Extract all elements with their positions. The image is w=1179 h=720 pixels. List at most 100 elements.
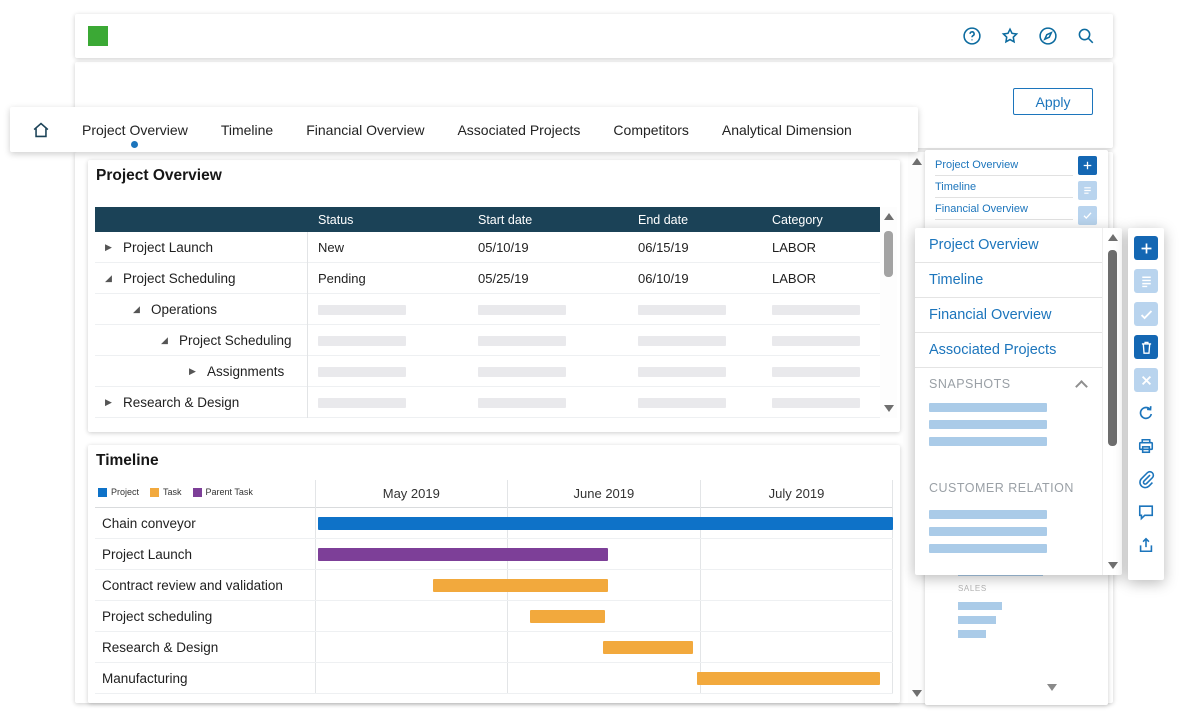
tab-label: Analytical Dimension <box>722 122 852 138</box>
gantt-bar[interactable] <box>433 579 608 592</box>
comment-icon[interactable] <box>1134 500 1158 524</box>
app-logo[interactable] <box>88 26 108 46</box>
group-header-snapshots: SNAPSHOTS <box>915 368 1102 400</box>
tab-label: Financial Overview <box>306 122 424 138</box>
placeholder-bar <box>929 437 1047 446</box>
scroll-down-arrow[interactable] <box>912 690 922 697</box>
table-row[interactable]: ▶ Research & Design <box>95 387 880 418</box>
expand-caret-icon[interactable]: ◢ <box>105 273 115 284</box>
popup-item-financial-overview[interactable]: Financial Overview <box>915 298 1102 333</box>
compass-icon[interactable] <box>1036 24 1059 47</box>
start-date-cell <box>468 395 628 410</box>
tab-competitors[interactable]: Competitors <box>613 122 688 138</box>
status-cell <box>308 364 468 379</box>
tab-list: Project Overview Timeline Financial Over… <box>82 122 852 138</box>
section-title: Timeline <box>96 452 159 470</box>
gantt-bar[interactable] <box>530 610 605 623</box>
gantt-bar[interactable] <box>603 641 693 654</box>
table-body: ▶Project Launch New 05/10/19 06/15/19 LA… <box>95 232 880 418</box>
scroll-up-arrow[interactable] <box>884 213 894 220</box>
task-name: Research & Design <box>123 395 239 410</box>
tab-project-overview[interactable]: Project Overview <box>82 122 188 138</box>
scroll-up-arrow[interactable] <box>912 158 922 165</box>
gantt-row-label: Contract review and validation <box>102 570 283 601</box>
print-icon[interactable] <box>1134 434 1158 458</box>
gantt-rows: Chain conveyor Project Launch Contract r… <box>95 508 893 694</box>
table-row[interactable]: ◢Project Scheduling <box>95 325 880 356</box>
month-label: July 2019 <box>700 480 893 507</box>
expand-caret-icon[interactable]: ▶ <box>105 242 115 253</box>
table-row[interactable]: ▶Project Launch New 05/10/19 06/15/19 LA… <box>95 232 880 263</box>
sections-popup: Project Overview Timeline Financial Over… <box>915 228 1122 575</box>
star-icon[interactable] <box>998 24 1021 47</box>
popup-item-timeline[interactable]: Timeline <box>915 263 1102 298</box>
group-label: SNAPSHOTS <box>929 377 1011 391</box>
category-cell <box>762 333 880 348</box>
export-icon[interactable] <box>1134 533 1158 557</box>
check-icon[interactable] <box>1134 302 1158 326</box>
month-label: June 2019 <box>508 480 701 507</box>
scroll-down-arrow[interactable] <box>1047 684 1057 691</box>
tab-analytical-dimension[interactable]: Analytical Dimension <box>722 122 852 138</box>
status-cell <box>308 302 468 317</box>
scroll-down-arrow[interactable] <box>884 405 894 412</box>
gantt-row-label: Chain conveyor <box>102 508 196 539</box>
gantt-row: Contract review and validation <box>95 570 893 601</box>
category-cell <box>762 302 880 317</box>
gantt-bar[interactable] <box>318 548 608 561</box>
status-cell: Pending <box>308 271 468 286</box>
timeline-section: Timeline Project Task Parent Task May 20… <box>88 445 900 703</box>
gantt-row-label: Project scheduling <box>102 601 212 632</box>
add-icon[interactable] <box>1078 156 1097 175</box>
table-row[interactable]: ▶Assignments <box>95 356 880 387</box>
group-header-customer-relation: CUSTOMER RELATION <box>915 478 1102 498</box>
gantt-row: Project Launch <box>95 539 893 570</box>
popup-item-project-overview[interactable]: Project Overview <box>915 228 1102 263</box>
start-date-cell <box>468 302 628 317</box>
trash-icon[interactable] <box>1134 335 1158 359</box>
scroll-thumb[interactable] <box>1108 250 1117 446</box>
end-date-cell <box>628 364 762 379</box>
form-icon[interactable] <box>1134 269 1158 293</box>
close-icon[interactable] <box>1134 368 1158 392</box>
gantt-bar[interactable] <box>318 517 893 530</box>
end-date-cell <box>628 302 762 317</box>
popup-scrollbar[interactable] <box>1102 228 1122 575</box>
tab-financial-overview[interactable]: Financial Overview <box>306 122 424 138</box>
help-icon[interactable] <box>960 24 983 47</box>
notes-icon[interactable] <box>1078 181 1097 200</box>
search-icon[interactable] <box>1074 24 1097 47</box>
placeholder-bar <box>929 527 1047 536</box>
scroll-down-arrow[interactable] <box>1108 562 1118 569</box>
screen: Apply Project Overview Timeline Financia… <box>0 0 1179 720</box>
gantt-row-label: Project Launch <box>102 539 192 570</box>
tab-associated-projects[interactable]: Associated Projects <box>457 122 580 138</box>
expand-caret-icon[interactable]: ◢ <box>133 304 143 315</box>
expand-caret-icon[interactable]: ▶ <box>189 366 199 377</box>
check-icon[interactable] <box>1078 206 1097 225</box>
side-panel-item[interactable]: Project Overview <box>935 154 1073 176</box>
end-date-cell <box>628 333 762 348</box>
start-date-cell <box>468 333 628 348</box>
side-panel-item[interactable]: Financial Overview <box>935 198 1073 220</box>
top-app-bar <box>75 14 1113 58</box>
expand-caret-icon[interactable]: ◢ <box>161 335 171 346</box>
chevron-up-icon[interactable] <box>1075 380 1088 393</box>
tab-timeline[interactable]: Timeline <box>221 122 273 138</box>
start-date-cell <box>468 364 628 379</box>
scroll-up-arrow[interactable] <box>1108 234 1118 241</box>
scroll-thumb[interactable] <box>884 231 893 277</box>
table-row[interactable]: ◢Project Scheduling Pending 05/25/19 06/… <box>95 263 880 294</box>
side-panel-item[interactable]: Timeline <box>935 176 1073 198</box>
add-icon[interactable] <box>1134 236 1158 260</box>
table-row[interactable]: ◢Operations <box>95 294 880 325</box>
home-icon[interactable] <box>30 119 52 141</box>
attachment-icon[interactable] <box>1134 467 1158 491</box>
apply-button[interactable]: Apply <box>1013 88 1093 115</box>
legend-item-task: Task <box>150 487 182 497</box>
refresh-icon[interactable] <box>1134 401 1158 425</box>
popup-item-associated-projects[interactable]: Associated Projects <box>915 333 1102 368</box>
gantt-bar[interactable] <box>697 672 880 685</box>
table-scrollbar[interactable] <box>880 207 897 418</box>
expand-caret-icon[interactable]: ▶ <box>105 397 115 408</box>
